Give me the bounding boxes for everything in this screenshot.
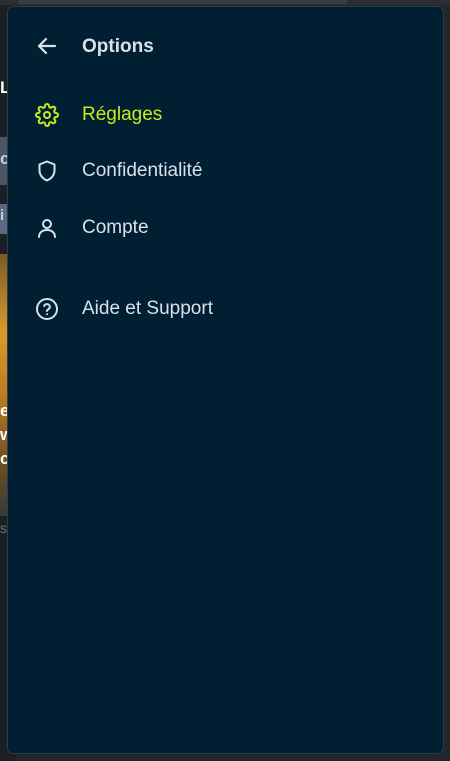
page: L c i e w c s Options Réglages Confident… [0,0,450,761]
drawer-header: Options [8,7,443,87]
help-circle-icon [34,296,60,322]
menu-item-account[interactable]: Compte [8,204,443,252]
options-drawer: Options Réglages Confidentialité Compte … [7,6,444,754]
user-icon [34,215,60,241]
gear-icon [34,102,60,128]
menu-item-label: Compte [82,217,149,238]
menu-item-settings[interactable]: Réglages [8,91,443,139]
menu-item-label: Aide et Support [82,298,213,319]
background-topbar-pill [18,0,348,4]
background-topbar [0,0,450,5]
menu-item-help-support[interactable]: Aide et Support [8,285,443,333]
menu-item-privacy[interactable]: Confidentialité [8,147,443,195]
shield-icon [34,158,60,184]
menu-item-label: Confidentialité [82,160,203,181]
drawer-title: Options [82,36,154,57]
back-button[interactable] [32,33,62,63]
arrow-left-icon [35,34,59,63]
menu-item-label: Réglages [82,104,163,125]
